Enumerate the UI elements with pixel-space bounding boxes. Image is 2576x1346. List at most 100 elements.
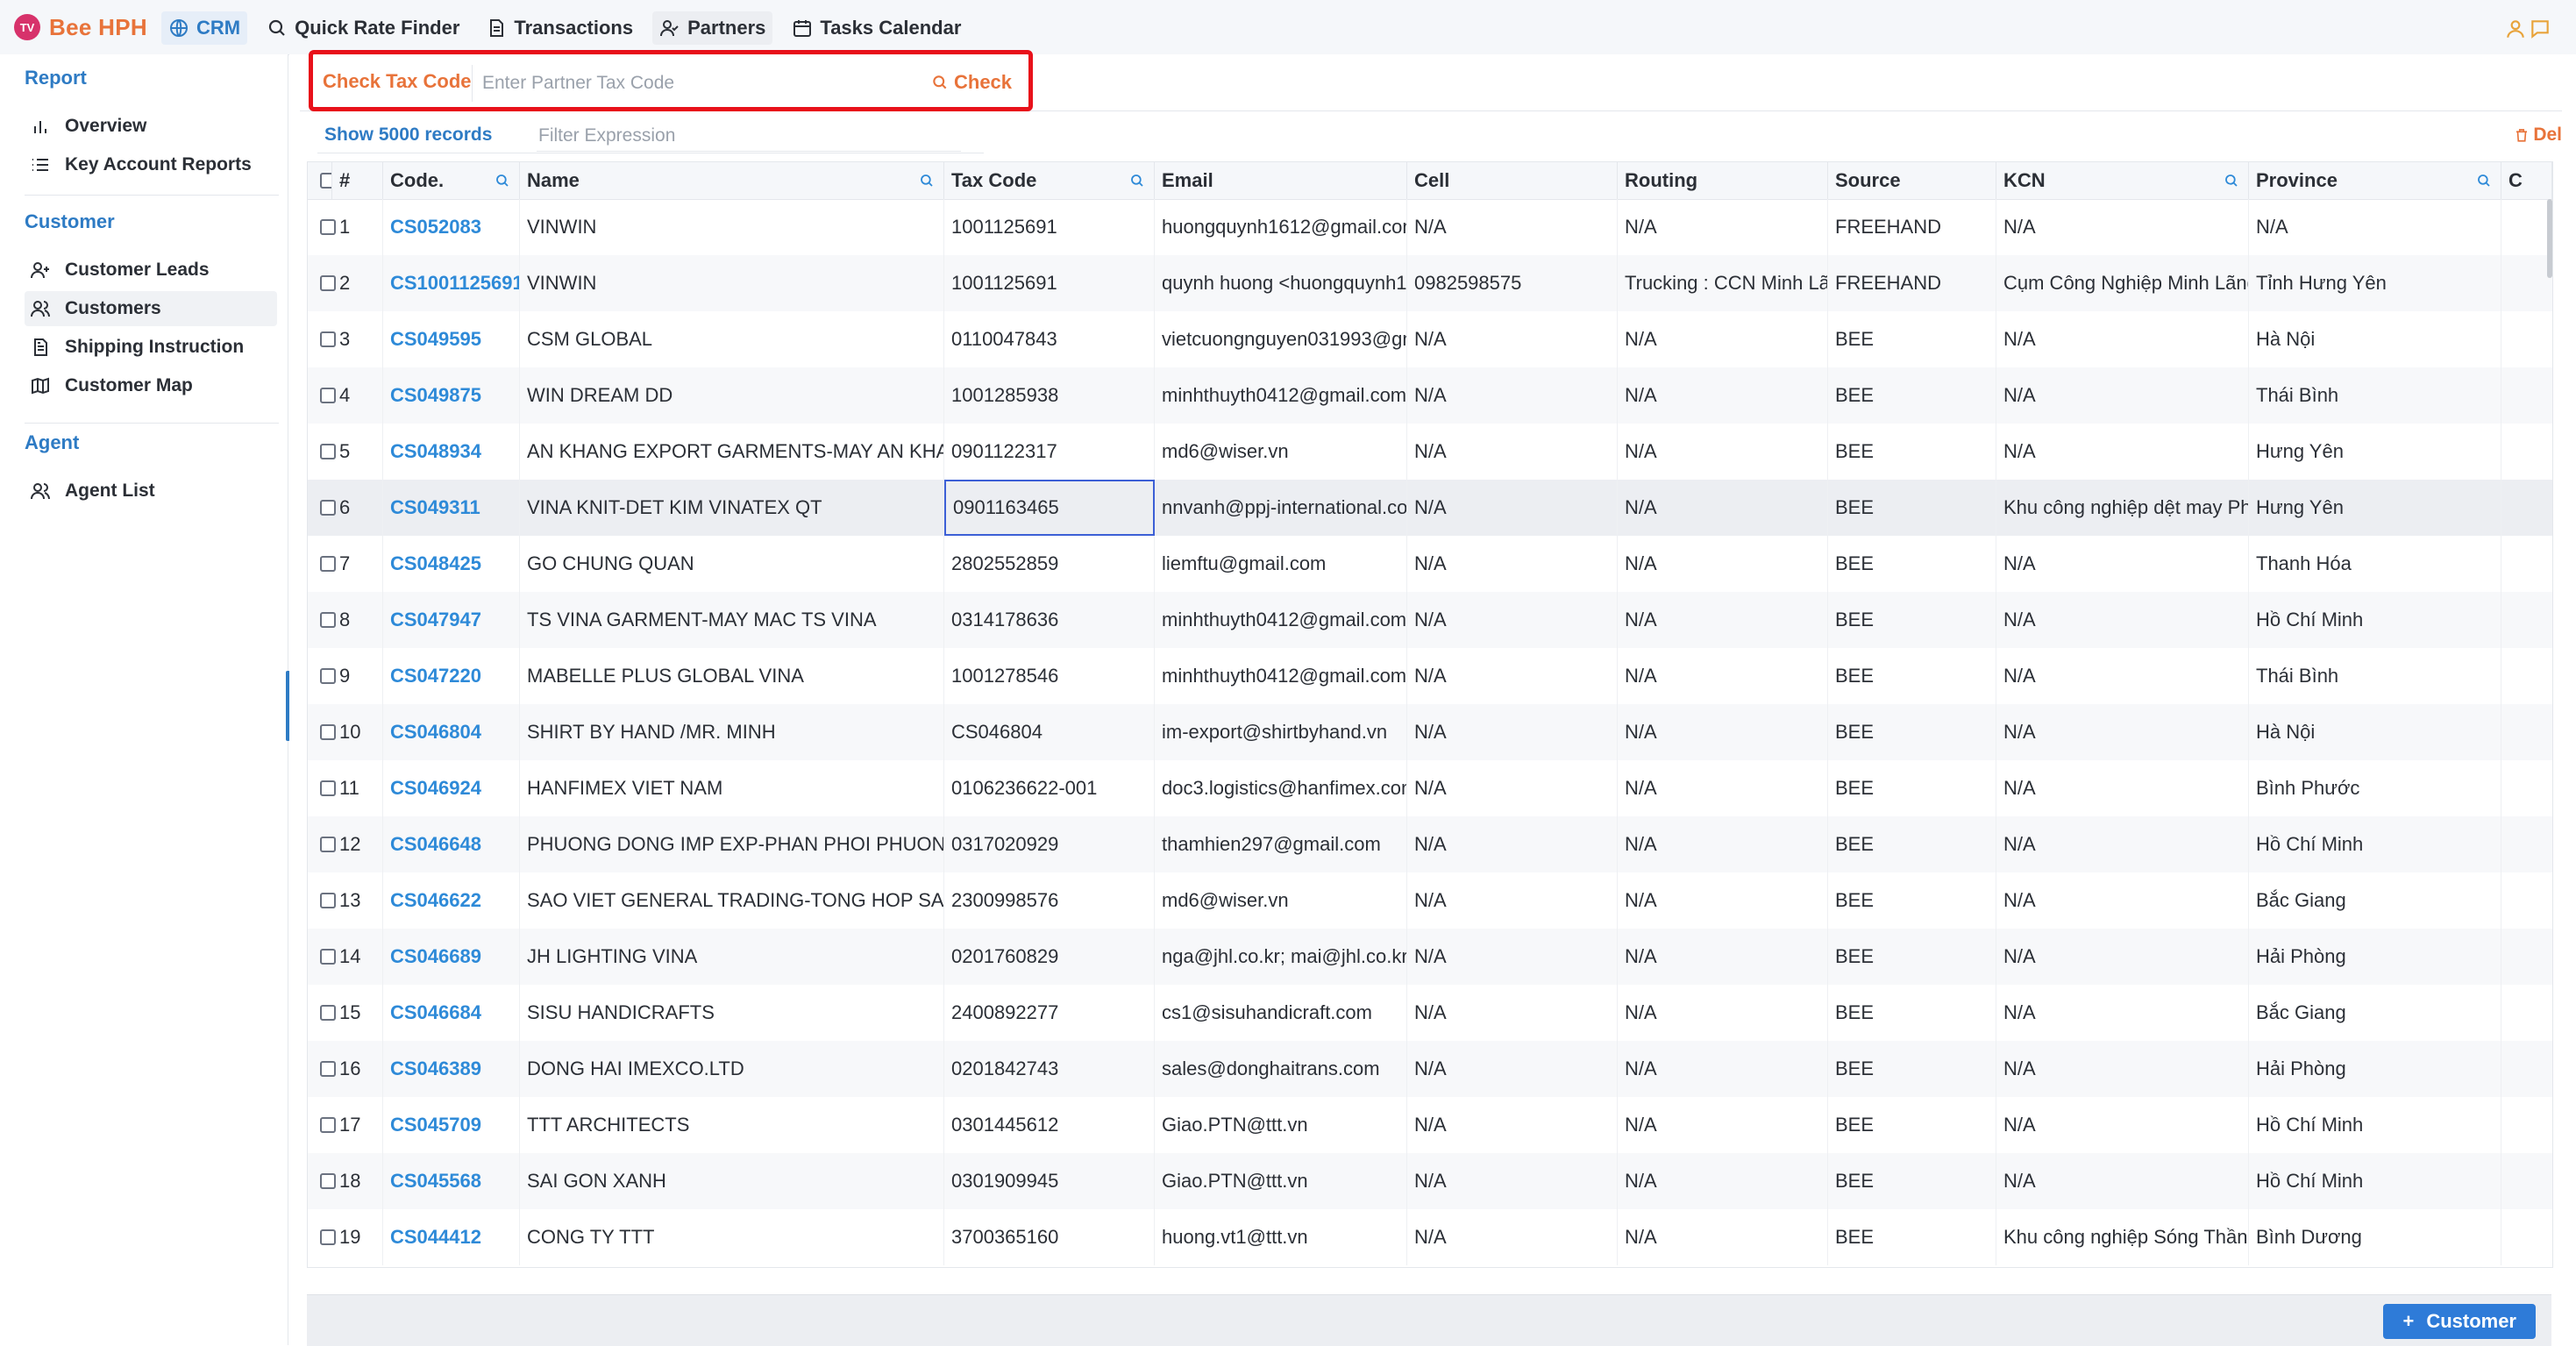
table-cell: 12 [332, 816, 383, 872]
filter-expression-input[interactable] [537, 121, 961, 152]
column-search-icon[interactable] [1129, 173, 1145, 189]
table-row[interactable]: 18 CS045568 SAI GON XANH 0301909945 Giao.PTN… [308, 1153, 2552, 1209]
vertical-scrollbar[interactable] [2547, 199, 2552, 278]
table-cell: N/A [1996, 424, 2249, 480]
column-header[interactable]: Tax Code [944, 162, 1155, 199]
column-header[interactable]: C [2501, 162, 2552, 199]
table-row[interactable]: 8 CS047947 TS VINA GARMENT-MAY MAC TS VINA… [308, 592, 2552, 648]
nav-transactions[interactable]: Transactions [479, 11, 640, 45]
sidebar-item-customers[interactable]: Customers [25, 291, 277, 326]
customer-code-link[interactable]: CS046924 [383, 760, 520, 816]
customer-code-link[interactable]: CS049595 [383, 311, 520, 367]
add-customer-label: Customer [2426, 1310, 2516, 1332]
table-row[interactable]: 9 CS047220 MABELLE PLUS GLOBAL VINA 1001278… [308, 648, 2552, 704]
column-header-label: Cell [1414, 169, 1450, 191]
column-header[interactable]: Code. [383, 162, 520, 199]
sidebar-item-agent-list[interactable]: Agent List [25, 474, 277, 509]
nav-partners-label: Partners [687, 17, 766, 39]
customer-code-link[interactable]: CS1001125691 [383, 255, 520, 311]
tax-code-input[interactable] [480, 65, 922, 102]
table-row[interactable]: 5 CS048934 AN KHANG EXPORT GARMENTS-MAY AN… [308, 424, 2552, 480]
column-header[interactable]: KCN [1996, 162, 2249, 199]
customer-code-link[interactable]: CS044412 [383, 1209, 520, 1265]
nav-tasks-calendar[interactable]: Tasks Calendar [785, 11, 968, 45]
check-button[interactable]: Check [931, 65, 1012, 100]
table-cell: BEE [1828, 648, 1996, 704]
table-row[interactable]: 16 CS046389 DONG HAI IMEXCO.LTD 0201842743 s… [308, 1041, 2552, 1097]
customer-code-link[interactable]: CS046804 [383, 704, 520, 760]
table-cell: 0106236622-001 [944, 760, 1155, 816]
column-header[interactable]: Province [2249, 162, 2501, 199]
select-all-checkbox[interactable] [320, 173, 331, 189]
user-icon[interactable] [2504, 18, 2527, 40]
table-cell: N/A [1618, 592, 1828, 648]
table-cell: 2400892277 [944, 985, 1155, 1041]
select-all-header[interactable] [308, 162, 332, 199]
customer-code-link[interactable]: CS046689 [383, 929, 520, 985]
table-row[interactable]: 4 CS049875 WIN DREAM DD 1001285938 minhthuyt… [308, 367, 2552, 424]
table-cell: Hưng Yên [2249, 424, 2501, 480]
table-row[interactable]: 1 CS052083 VINWIN 1001125691 huongquynh1612@… [308, 199, 2552, 255]
column-header[interactable]: Source [1828, 162, 1996, 199]
customer-code-link[interactable]: CS045568 [383, 1153, 520, 1209]
column-header-label: Tax Code [951, 169, 1037, 191]
column-header[interactable]: Name [520, 162, 944, 199]
show-records-link[interactable]: Show 5000 records [324, 125, 492, 146]
column-header[interactable]: Routing [1618, 162, 1828, 199]
nav-crm[interactable]: CRM [161, 11, 248, 45]
delete-button[interactable]: Del [2514, 125, 2562, 146]
sidebar-item-customer-leads[interactable]: Customer Leads [25, 253, 277, 288]
table-row[interactable]: 19 CS044412 CONG TY TTT 3700365160 huong.vt1… [308, 1209, 2552, 1265]
sidebar-item-customer-map[interactable]: Customer Map [25, 368, 277, 403]
sidebar-item-shipping-instruction[interactable]: Shipping Instruction [25, 330, 277, 365]
table-cell: Hồ Chí Minh [2249, 1097, 2501, 1153]
column-search-icon[interactable] [919, 173, 935, 189]
customer-code-link[interactable]: CS046648 [383, 816, 520, 872]
nav-quick-rate-finder[interactable]: Quick Rate Finder [260, 11, 466, 45]
table-row[interactable]: 7 CS048425 GO CHUNG QUAN 2802552859 liemftu@… [308, 536, 2552, 592]
sidebar-item-key-account-reports[interactable]: Key Account Reports [25, 147, 277, 182]
column-header[interactable]: Cell [1407, 162, 1618, 199]
table-cell: N/A [1996, 536, 2249, 592]
table-row[interactable]: 6 CS049311 VINA KNIT-DET KIM VINATEX QT 090… [308, 480, 2552, 536]
table-cell: N/A [2249, 199, 2501, 255]
customer-code-link[interactable]: CS048934 [383, 424, 520, 480]
sidebar-item-overview[interactable]: Overview [25, 109, 277, 144]
customer-code-link[interactable]: CS047220 [383, 648, 520, 704]
table-row[interactable]: 12 CS046648 PHUONG DONG IMP EXP-PHAN PHOI … [308, 816, 2552, 872]
nav-partners[interactable]: Partners [652, 11, 773, 45]
column-search-icon[interactable] [495, 173, 510, 189]
table-row[interactable]: 17 CS045709 TTT ARCHITECTS 0301445612 Giao.P… [308, 1097, 2552, 1153]
column-header[interactable]: Email [1155, 162, 1407, 199]
table-row[interactable]: 3 CS049595 CSM GLOBAL 0110047843 vietcuongng… [308, 311, 2552, 367]
customer-code-link[interactable]: CS046622 [383, 872, 520, 929]
column-header[interactable]: # [332, 162, 383, 199]
customer-code-link[interactable]: CS045709 [383, 1097, 520, 1153]
table-cell: 0317020929 [944, 816, 1155, 872]
table-row[interactable]: 10 CS046804 SHIRT BY HAND /MR. MINH CS04680… [308, 704, 2552, 760]
customer-code-link[interactable]: CS049311 [383, 480, 520, 536]
chat-icon[interactable] [2529, 18, 2551, 40]
table-row[interactable]: 15 CS046684 SISU HANDICRAFTS 2400892277 cs1@… [308, 985, 2552, 1041]
customer-code-link[interactable]: CS046389 [383, 1041, 520, 1097]
table-cell: Thái Bình [2249, 367, 2501, 424]
table-cell: N/A [1618, 816, 1828, 872]
add-customer-button[interactable]: + Customer [2383, 1304, 2536, 1339]
customer-code-link[interactable]: CS049875 [383, 367, 520, 424]
table-row[interactable]: 14 CS046689 JH LIGHTING VINA 0201760829 nga@… [308, 929, 2552, 985]
column-search-icon[interactable] [2476, 173, 2492, 189]
table-cell: AN KHANG EXPORT GARMENTS-MAY AN KHANG [520, 424, 944, 480]
table-row[interactable]: 11 CS046924 HANFIMEX VIET NAM 0106236622-00… [308, 760, 2552, 816]
customer-code-link[interactable]: CS046684 [383, 985, 520, 1041]
brand[interactable]: TV Bee HPH [14, 13, 147, 41]
table-cell: 19 [332, 1209, 383, 1265]
customer-code-link[interactable]: CS052083 [383, 199, 520, 255]
customer-code-link[interactable]: CS048425 [383, 536, 520, 592]
customer-code-link[interactable]: CS047947 [383, 592, 520, 648]
table-row[interactable]: 13 CS046622 SAO VIET GENERAL TRADING-TONG … [308, 872, 2552, 929]
nav-transactions-label: Transactions [514, 17, 634, 39]
table-cell: DONG HAI IMEXCO.LTD [520, 1041, 944, 1097]
table-row[interactable]: 2 CS1001125691 VINWIN 1001125691 quynh huong… [308, 255, 2552, 311]
column-search-icon[interactable] [2224, 173, 2239, 189]
sidebar-item-label: Customer Map [65, 375, 193, 395]
